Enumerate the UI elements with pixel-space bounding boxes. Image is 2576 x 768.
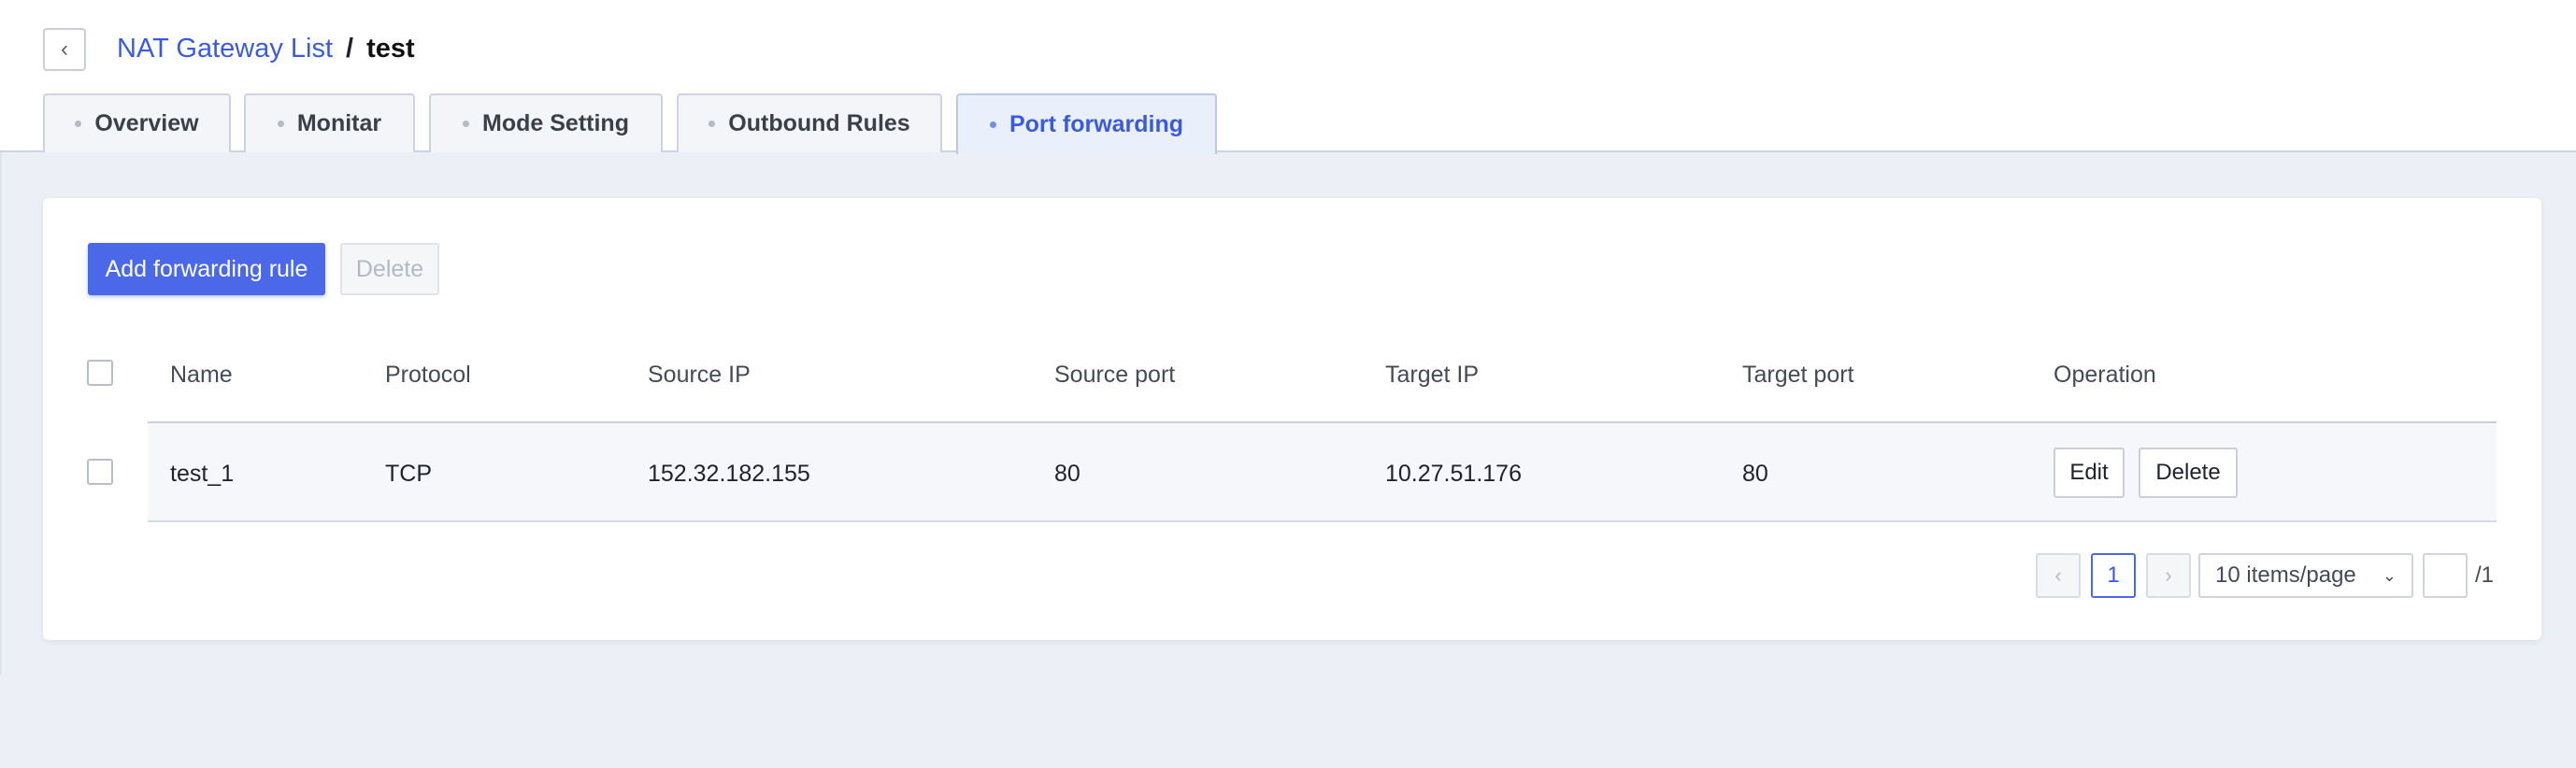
chevron-left-icon: ‹: [61, 36, 68, 62]
cell-source-ip: 152.32.182.155: [648, 461, 810, 487]
cell-source-port: 80: [1054, 461, 1080, 487]
cell-protocol: TCP: [385, 461, 432, 487]
column-header-protocol: Protocol: [385, 362, 471, 388]
column-header-name: Name: [170, 362, 233, 388]
page-header: ‹ NAT Gateway List / test Overview Monit…: [0, 0, 2576, 154]
column-header-source-port: Source port: [1054, 362, 1176, 388]
select-all-checkbox[interactable]: [87, 360, 113, 386]
edit-button[interactable]: Edit: [2054, 448, 2125, 498]
left-rail: [0, 152, 2, 676]
row-checkbox[interactable]: [87, 459, 113, 485]
cell-target-ip: 10.27.51.176: [1385, 461, 1522, 487]
row-delete-button[interactable]: Delete: [2139, 448, 2238, 498]
tab-label: Outbound Rules: [728, 110, 910, 136]
column-header-target-ip: Target IP: [1385, 362, 1480, 388]
breadcrumb-separator: /: [346, 33, 354, 64]
delete-selected-button[interactable]: Delete: [340, 243, 439, 295]
page-size-label: 10 items/page: [2215, 562, 2356, 588]
tab-label: Monitar: [296, 110, 382, 136]
tab-overview[interactable]: Overview: [43, 93, 231, 152]
column-header-source-ip: Source IP: [648, 362, 751, 388]
cell-target-port: 80: [1742, 461, 1768, 487]
tab-dot-icon: [277, 121, 284, 127]
back-button[interactable]: ‹: [43, 28, 86, 71]
next-page-button[interactable]: ›: [2146, 553, 2191, 598]
tab-dot-icon: [463, 121, 470, 127]
tab-label: Port forwarding: [1009, 111, 1184, 137]
tab-outbound-rules[interactable]: Outbound Rules: [677, 93, 942, 152]
chevron-left-icon: ‹: [2054, 563, 2062, 587]
breadcrumb-parent-link[interactable]: NAT Gateway List: [117, 34, 333, 64]
tab-port-forwarding[interactable]: Port forwarding: [956, 93, 1217, 154]
column-header-target-port: Target port: [1742, 362, 1854, 388]
add-forwarding-rule-button[interactable]: Add forwarding rule: [88, 243, 325, 295]
prev-page-button[interactable]: ‹: [2036, 553, 2081, 598]
tab-mode-setting[interactable]: Mode Setting: [429, 93, 663, 152]
breadcrumb-current: test: [366, 33, 415, 64]
tab-dot-icon: [708, 121, 716, 127]
page-jump-input[interactable]: [2423, 553, 2468, 598]
chevron-right-icon: ›: [2165, 563, 2172, 587]
cell-name: test_1: [170, 461, 235, 487]
tab-dot-icon: [989, 121, 996, 128]
page-total: /1: [2475, 562, 2495, 588]
port-forwarding-panel: Add forwarding rule Delete Name Protocol…: [43, 198, 2541, 640]
tab-label: Overview: [94, 110, 199, 136]
page-number-button[interactable]: 1: [2091, 553, 2136, 598]
page-size-select[interactable]: 10 items/page ⌄: [2198, 553, 2413, 598]
tab-label: Mode Setting: [482, 110, 629, 136]
tab-monitar[interactable]: Monitar: [244, 93, 415, 152]
breadcrumb: NAT Gateway List / test: [117, 32, 415, 65]
page-number-label: 1: [2107, 562, 2120, 588]
tab-dot-icon: [75, 121, 82, 127]
chevron-down-icon: ⌄: [2382, 565, 2397, 585]
column-header-operation: Operation: [2054, 362, 2156, 388]
